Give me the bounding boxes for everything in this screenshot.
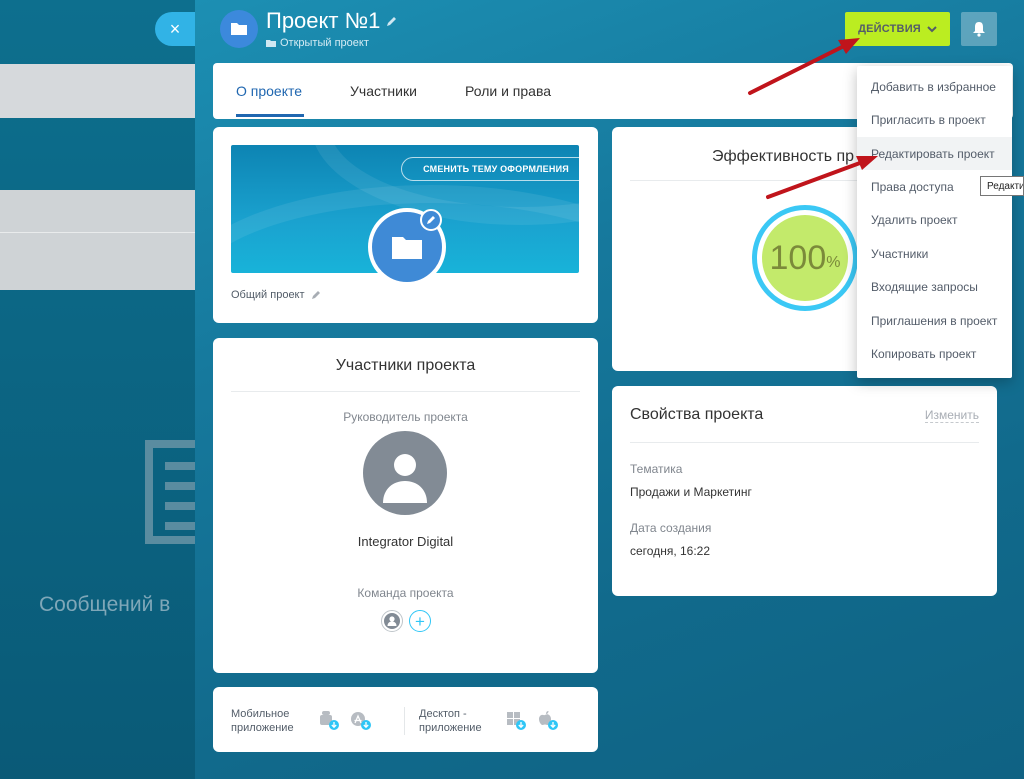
- notifications-button[interactable]: [961, 12, 997, 46]
- project-visibility: Открытый проект: [280, 37, 369, 49]
- background-stripe: [0, 64, 195, 118]
- mobile-app-label: Мобильное приложение: [231, 708, 294, 734]
- close-icon: ×: [169, 18, 181, 39]
- team-members: +: [381, 610, 431, 632]
- menu-item-invitations[interactable]: Приглашения в проект: [857, 304, 1012, 337]
- pencil-icon[interactable]: [386, 16, 397, 27]
- members-title: Участники проекта: [335, 357, 476, 374]
- menu-item-delete-project[interactable]: Удалить проект: [857, 203, 1012, 236]
- tab-roles[interactable]: Роли и права: [465, 83, 551, 99]
- project-header: Проект №1 Открытый проект: [220, 8, 397, 49]
- pencil-icon[interactable]: [311, 290, 321, 300]
- head-label: Руководитель проекта: [343, 410, 468, 424]
- bell-icon: [973, 22, 985, 37]
- add-member-button[interactable]: +: [409, 610, 431, 632]
- actions-button[interactable]: ДЕЙСТВИЯ: [845, 12, 950, 46]
- folder-icon: [392, 237, 422, 259]
- menu-item-invite[interactable]: Пригласить в проект: [857, 103, 1012, 136]
- apps-card: Мобильное приложение Десктоп - приложени…: [213, 687, 598, 752]
- folder-icon: [266, 40, 276, 47]
- document-icon: [145, 440, 195, 544]
- tooltip: Редакти: [980, 176, 1024, 196]
- plus-icon: +: [415, 611, 425, 631]
- topic-value: Продажи и Маркетинг: [630, 485, 752, 499]
- windows-icon[interactable]: [505, 709, 527, 731]
- team-member-avatar[interactable]: [381, 610, 403, 632]
- menu-item-incoming-requests[interactable]: Входящие запросы: [857, 270, 1012, 303]
- menu-item-add-favorites[interactable]: Добавить в избранное: [857, 70, 1012, 103]
- efficiency-gauge: 100 %: [752, 205, 858, 311]
- topic-label: Тематика: [630, 462, 683, 476]
- properties-title: Свойства проекта: [630, 406, 764, 423]
- user-icon: [383, 454, 427, 503]
- project-avatar: [220, 9, 258, 48]
- divider: [404, 707, 405, 735]
- appstore-icon[interactable]: [350, 709, 372, 731]
- head-name[interactable]: Integrator Digital: [213, 534, 598, 549]
- close-slider-button[interactable]: ×: [155, 12, 195, 46]
- edit-properties-link[interactable]: Изменить: [924, 408, 979, 423]
- efficiency-value: 100: [769, 238, 827, 277]
- page-title: Проект №1: [266, 8, 381, 33]
- divider: [630, 442, 979, 443]
- chevron-down-icon: [927, 25, 937, 32]
- members-card: Участники проекта Руководитель проекта I…: [213, 338, 598, 673]
- android-icon[interactable]: [318, 709, 340, 731]
- efficiency-title: Эффективность пр: [712, 148, 855, 165]
- actions-menu: Добавить в избранное Пригласить в проект…: [857, 66, 1012, 378]
- pencil-icon: [427, 216, 435, 224]
- created-value: сегодня, 16:22: [630, 544, 711, 558]
- menu-item-members[interactable]: Участники: [857, 237, 1012, 270]
- desktop-app-label: Десктоп - приложение: [419, 708, 482, 734]
- background-stripe: [0, 190, 195, 290]
- properties-card: Свойства проекта Изменить Тематика Прода…: [612, 386, 997, 596]
- apple-icon[interactable]: [537, 709, 559, 731]
- about-card: СМЕНИТЬ ТЕМУ ОФОРМЛЕНИЯ Общий проект: [213, 127, 598, 323]
- tab-members[interactable]: Участники: [350, 83, 417, 99]
- background-message-text: Сообщений в: [39, 593, 171, 616]
- tab-about[interactable]: О проекте: [236, 83, 302, 99]
- change-theme-button[interactable]: СМЕНИТЬ ТЕМУ ОФОРМЛЕНИЯ: [401, 157, 579, 181]
- menu-item-copy-project[interactable]: Копировать проект: [857, 337, 1012, 370]
- user-icon: [384, 613, 400, 629]
- team-label: Команда проекта: [357, 586, 454, 600]
- created-label: Дата создания: [630, 521, 712, 535]
- project-type: Общий проект: [231, 289, 321, 301]
- efficiency-unit: %: [826, 254, 841, 271]
- project-type-label: Общий проект: [231, 289, 305, 301]
- actions-button-label: ДЕЙСТВИЯ: [858, 23, 921, 35]
- folder-icon: [231, 23, 247, 35]
- divider: [231, 391, 580, 392]
- background-page: Сообщений в: [0, 0, 195, 779]
- edit-avatar-button[interactable]: [420, 209, 442, 231]
- menu-item-edit-project[interactable]: Редактировать проект: [857, 137, 1012, 170]
- active-tab-indicator: [236, 114, 304, 117]
- avatar[interactable]: [363, 431, 447, 515]
- divider: [630, 180, 860, 181]
